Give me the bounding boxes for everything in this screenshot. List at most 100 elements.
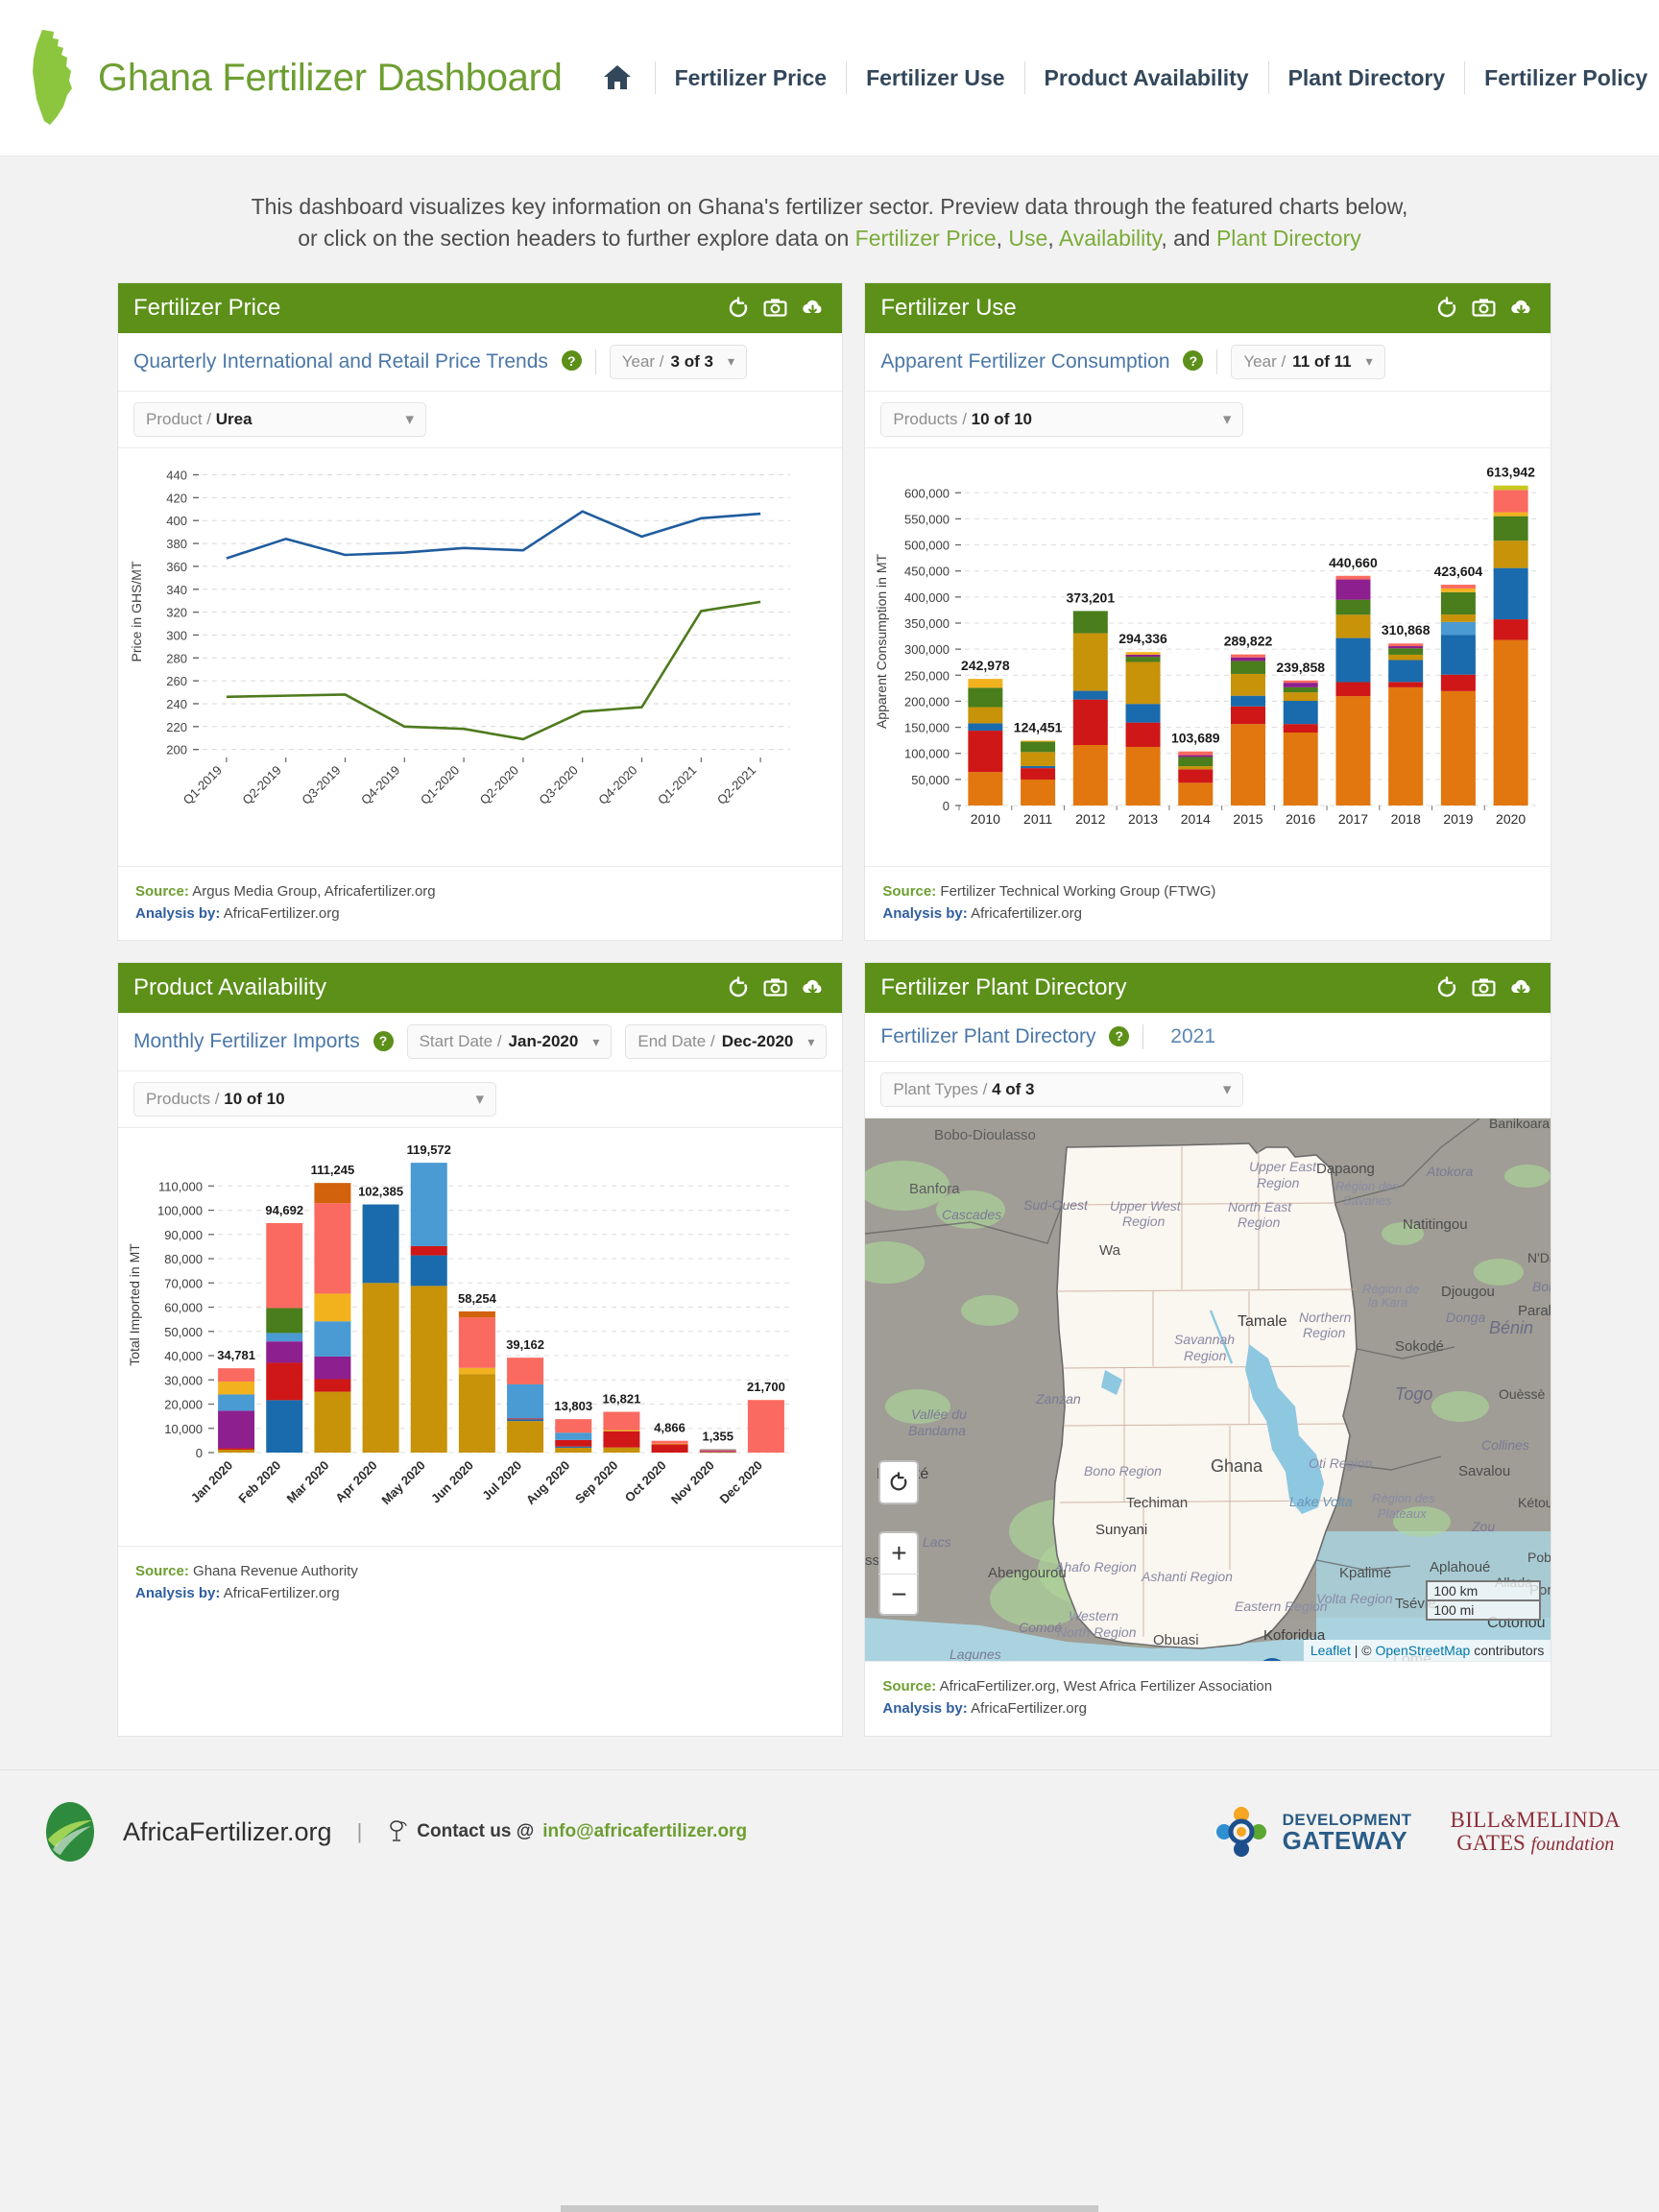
plant-types-select[interactable]: Plant Types / 4 of 3 ▾ [880, 1072, 1244, 1108]
nav-item-fertilizer-use[interactable]: Fertilizer Use [846, 61, 1023, 94]
start-date-value: Jan-2020 [508, 1032, 579, 1051]
end-date-dropdown[interactable]: End Date / Dec-2020 ▾ [625, 1024, 828, 1060]
bar-segment [218, 1448, 255, 1451]
card-title: Fertilizer Plant Directory [880, 974, 1127, 1001]
home-icon[interactable] [580, 64, 655, 91]
products-select[interactable]: Products / 10 of 10 ▾ [880, 401, 1244, 437]
map-label: Zou [1471, 1519, 1495, 1534]
footer-separator: | [356, 1819, 363, 1844]
bar-segment [1231, 654, 1266, 658]
svg-text:2018: 2018 [1391, 811, 1421, 827]
intro-link-fertilizer-price[interactable]: Fertilizer Price [855, 226, 997, 251]
chevron-down-icon: ▾ [405, 409, 414, 428]
intro-sep-3: , and [1161, 226, 1216, 252]
bar-segment [314, 1203, 351, 1294]
zoom-out-button[interactable]: − [878, 1574, 920, 1614]
camera-icon[interactable] [763, 976, 787, 999]
zoom-in-button[interactable]: + [878, 1533, 919, 1574]
intro-link-plant-directory[interactable]: Plant Directory [1216, 226, 1361, 251]
start-date-dropdown[interactable]: Start Date / Jan-2020 ▾ [406, 1024, 613, 1060]
card-fertilizer-price: Fertilizer Price Quarterly International… [117, 281, 844, 942]
svg-text:80,000: 80,000 [164, 1252, 203, 1266]
nav-item-fertilizer-policy[interactable]: Fertilizer Policy [1464, 61, 1659, 94]
map-reset-control[interactable] [878, 1460, 920, 1505]
help-icon[interactable]: ? [373, 1030, 394, 1051]
map-zoom-control[interactable]: + − [878, 1531, 920, 1617]
divider [1216, 349, 1218, 374]
map-label: Bandama [908, 1423, 966, 1438]
openstreetmap-link[interactable]: OpenStreetMap [1376, 1643, 1471, 1658]
svg-text:360: 360 [166, 560, 187, 574]
intro-link-availability[interactable]: Availability [1059, 226, 1162, 251]
help-icon[interactable]: ? [561, 350, 582, 372]
refresh-icon[interactable] [1435, 296, 1458, 320]
download-cloud-icon[interactable] [801, 297, 825, 320]
reset-icon[interactable] [878, 1462, 919, 1503]
map-label: Bono Region [1084, 1463, 1162, 1479]
bar-segment [1388, 642, 1424, 646]
svg-text:260: 260 [166, 674, 187, 688]
source-value: Fertilizer Technical Working Group (FTWG… [940, 882, 1216, 900]
svg-text:0: 0 [196, 1446, 203, 1460]
bar-segment [603, 1447, 640, 1454]
card-header-fertilizer-use[interactable]: Fertilizer Use [865, 282, 1551, 333]
contact-prefix: Contact us @ [417, 1821, 535, 1842]
map-label: Tamale [1238, 1313, 1287, 1330]
nav-item-product-availability[interactable]: Product Availability [1023, 61, 1268, 94]
year-filter-dropdown[interactable]: Year / 3 of 3 ▾ [609, 344, 747, 379]
intro-link-use[interactable]: Use [1008, 226, 1047, 251]
refresh-icon[interactable] [727, 976, 750, 999]
svg-text:70,000: 70,000 [164, 1276, 203, 1290]
bar-segment [410, 1246, 447, 1256]
camera-icon[interactable] [1472, 297, 1496, 320]
chart-subtitle[interactable]: Quarterly International and Retail Price… [133, 350, 582, 373]
bar-segment [1494, 485, 1529, 491]
download-cloud-icon[interactable] [1509, 976, 1533, 999]
contact-email-link[interactable]: info@africafertilizer.org [542, 1821, 747, 1842]
card-header-product-availability[interactable]: Product Availability [118, 963, 843, 1014]
chart-subtitle[interactable]: Monthly Fertilizer Imports ? [133, 1030, 394, 1053]
year-filter-dropdown[interactable]: Year / 11 of 11 ▾ [1231, 344, 1385, 379]
bar-segment [1178, 768, 1214, 783]
chart-subtitle[interactable]: Apparent Fertilizer Consumption ? [880, 350, 1204, 373]
bar-segment [603, 1431, 640, 1448]
refresh-icon[interactable] [1435, 976, 1458, 999]
source-value: Ghana Revenue Authority [193, 1563, 358, 1580]
help-icon[interactable]: ? [1183, 350, 1204, 372]
svg-text:Nov 2020: Nov 2020 [668, 1458, 717, 1507]
card-header-plant-directory[interactable]: Fertilizer Plant Directory [865, 963, 1551, 1014]
camera-icon[interactable] [1472, 976, 1496, 999]
leaflet-link[interactable]: Leaflet [1310, 1643, 1351, 1658]
download-cloud-icon[interactable] [801, 976, 825, 999]
map-label: Upper West [1110, 1198, 1182, 1214]
card-header-fertilizer-price[interactable]: Fertilizer Price [118, 282, 843, 333]
svg-text:400: 400 [166, 514, 187, 528]
plant-directory-map[interactable]: Bobo-Dioulasso Banfora Cascades Sud-Ouest Up… [865, 1118, 1551, 1662]
bar-segment [266, 1223, 303, 1309]
refresh-icon[interactable] [727, 296, 750, 320]
map-label: Kétou [1518, 1495, 1551, 1510]
page-title: Ghana Fertilizer Dashboard [98, 56, 563, 99]
bar-segment [410, 1163, 447, 1247]
bar-segment [1178, 755, 1214, 757]
filterbar-plant-directory: Plant Types / 4 of 3 ▾ [865, 1062, 1551, 1119]
svg-text:60,000: 60,000 [164, 1301, 203, 1315]
product-select[interactable]: Product / Urea ▾ [133, 401, 426, 437]
download-cloud-icon[interactable] [1509, 297, 1533, 320]
map-label: Ouèssè [1499, 1386, 1545, 1402]
help-icon[interactable]: ? [1109, 1025, 1130, 1046]
card-footer-plant-directory: Source: AfricaFertilizer.org, West Afric… [865, 1661, 1551, 1736]
bar-segment [458, 1317, 495, 1368]
svg-text:2019: 2019 [1444, 811, 1474, 827]
bar-segment [266, 1400, 303, 1454]
camera-icon[interactable] [763, 297, 787, 320]
scroll-indicator[interactable] [561, 2205, 1098, 2212]
nav-item-fertilizer-price[interactable]: Fertilizer Price [654, 61, 847, 94]
bar-total-label: 294,336 [1119, 631, 1168, 646]
nav-item-plant-directory[interactable]: Plant Directory [1267, 61, 1465, 94]
chart-subtitle[interactable]: Fertilizer Plant Directory ? [880, 1025, 1130, 1048]
products-select[interactable]: Products / 10 of 10 ▾ [133, 1082, 496, 1118]
dg-line-2: GATEWAY [1282, 1825, 1408, 1855]
bar-total-label: 289,822 [1224, 633, 1273, 648]
intro-sep-2: , [1047, 226, 1059, 252]
